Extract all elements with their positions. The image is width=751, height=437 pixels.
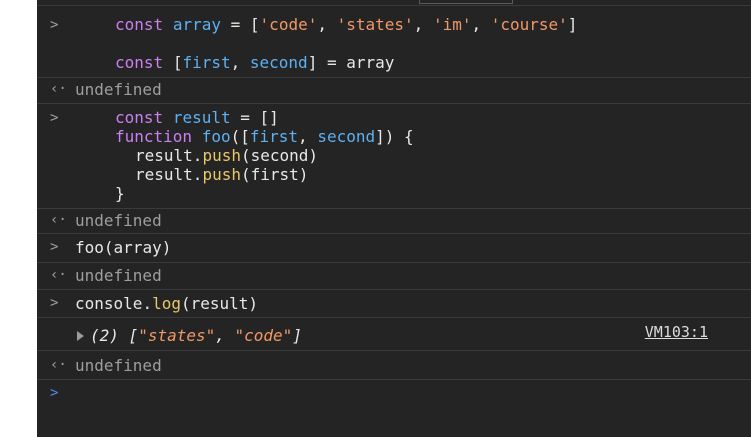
code-line: const result = [] <box>115 108 279 127</box>
array-item: "code" <box>234 326 293 345</box>
result-value: undefined <box>75 211 162 230</box>
result-value: undefined <box>75 266 162 285</box>
result-arrow-icon: ‹· <box>50 81 67 97</box>
array-length: (2) <box>90 326 119 345</box>
console-log-output[interactable]: (2) ["states", "code"] VM103:1 <box>37 318 751 351</box>
string-literal: 'code' <box>259 15 318 34</box>
result-value: undefined <box>75 80 162 99</box>
identifier: first <box>182 53 231 72</box>
identifier: result <box>135 165 193 184</box>
identifier: result <box>135 146 193 165</box>
identifier: array <box>113 238 162 257</box>
expand-triangle-icon[interactable] <box>77 331 84 341</box>
method: log <box>152 294 181 313</box>
identifier: array <box>172 15 221 34</box>
input-prompt-icon: > <box>50 239 59 255</box>
identifier: second <box>250 146 309 165</box>
keyword: function <box>115 127 193 146</box>
result-value: undefined <box>75 356 162 375</box>
keyword: const <box>115 53 164 72</box>
result-arrow-icon: ‹· <box>50 212 67 228</box>
devtools-console: > const array = ['code', 'states', 'im',… <box>37 0 751 437</box>
operator: = <box>240 108 250 127</box>
code-line: const array = ['code', 'states', 'im', '… <box>115 15 578 34</box>
console-entry-result: ‹· undefined <box>37 263 751 290</box>
method: push <box>202 146 241 165</box>
source-link[interactable]: VM103:1 <box>645 323 708 342</box>
method: push <box>202 165 241 184</box>
code-line: const [first, second] = array <box>115 53 395 72</box>
identifier: result <box>172 108 231 127</box>
operator: = <box>230 15 241 34</box>
active-prompt-icon: > <box>50 385 59 401</box>
string-literal: 'course' <box>490 15 568 34</box>
console-entry-input[interactable]: > console.log(result) <box>37 290 751 318</box>
identifier: second <box>317 127 376 146</box>
input-prompt-icon: > <box>50 110 59 126</box>
code-line: } <box>115 184 125 203</box>
identifier: foo <box>201 127 231 146</box>
input-prompt-icon: > <box>50 295 59 311</box>
console-entry-result: ‹· undefined <box>37 351 751 380</box>
identifier: result <box>190 294 249 313</box>
identifier: first <box>249 127 299 146</box>
log-array-value[interactable]: (2) ["states", "code"] <box>77 326 302 345</box>
array-item: "states" <box>138 326 216 345</box>
input-prompt-icon: > <box>50 17 59 33</box>
console-entry-result: ‹· undefined <box>37 209 751 234</box>
identifier: second <box>249 53 308 72</box>
result-arrow-icon: ‹· <box>50 267 67 283</box>
keyword: const <box>115 15 164 34</box>
identifier: foo <box>75 238 104 257</box>
code-line: result.push(second) <box>135 146 319 165</box>
operator: = <box>326 53 337 72</box>
string-literal: 'states' <box>336 15 414 34</box>
identifier: array <box>346 53 395 72</box>
console-entry-input[interactable]: > const result = [] function foo([first,… <box>37 104 751 209</box>
console-tab-outline <box>419 0 513 4</box>
code-line: function foo([first, second]) { <box>115 127 414 146</box>
console-entry-input[interactable]: > const array = ['code', 'states', 'im',… <box>37 6 751 78</box>
code-line: result.push(first) <box>135 165 309 184</box>
result-arrow-icon: ‹· <box>50 357 67 373</box>
code-line: console.log(result) <box>75 294 259 313</box>
string-literal: 'im' <box>432 15 472 34</box>
console-entry-input[interactable]: > foo(array) <box>37 234 751 263</box>
keyword: const <box>115 108 164 127</box>
console-input-line[interactable]: > <box>37 380 751 437</box>
identifier: first <box>250 165 299 184</box>
code-line: foo(array) <box>75 238 172 257</box>
console-entry-result: ‹· undefined <box>37 78 751 104</box>
identifier: console <box>75 294 143 313</box>
